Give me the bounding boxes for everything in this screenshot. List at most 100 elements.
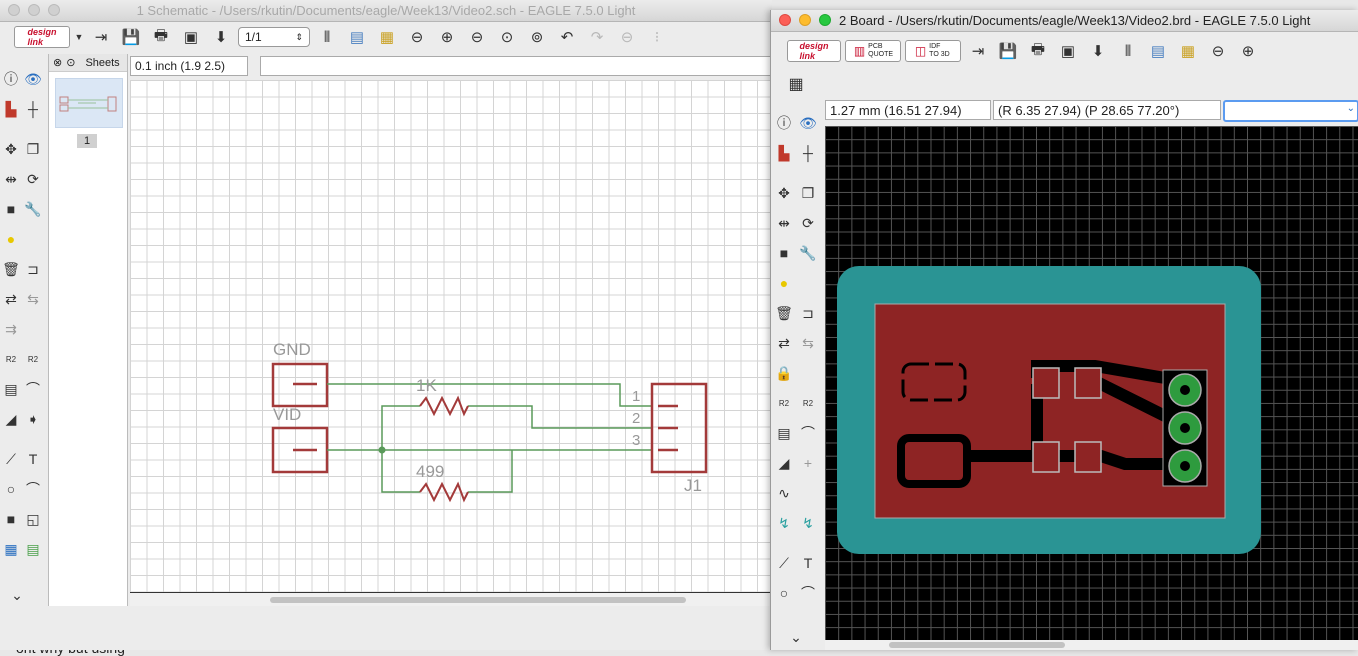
sheet-thumbnail[interactable] [55,78,123,128]
zoom-redraw-icon[interactable]: ⊙ [494,25,520,49]
board-horizontal-scrollbar[interactable] [825,640,1358,650]
miter-icon[interactable]: ⌒ [797,422,819,444]
open-icon[interactable]: ⇥ [88,25,114,49]
script-icon[interactable]: ▤ [344,25,370,49]
use-icon[interactable]: ⬇ [1085,39,1111,63]
close-icon[interactable] [779,14,791,26]
name-icon[interactable]: R2 [773,392,795,414]
rotate-icon[interactable]: ⟳ [22,168,44,190]
save-icon[interactable]: 💾 [995,39,1021,63]
smd-pad-bottom[interactable] [897,434,971,488]
mark-icon[interactable]: ┼ [22,98,44,120]
junction-dot[interactable] [378,446,386,454]
stop-icon[interactable]: ⊖ [614,25,640,49]
board-canvas[interactable] [825,126,1358,640]
split-icon[interactable]: ▤ [773,422,795,444]
circle-icon[interactable]: ○ [0,478,22,500]
cam-icon[interactable]: ▣ [178,25,204,49]
group-icon[interactable]: ■ [773,242,795,264]
save-icon[interactable]: 💾 [118,25,144,49]
zoom-out-icon[interactable]: ⊖ [464,25,490,49]
chevron-double-down-icon[interactable]: ⌄ [785,626,807,648]
board-command-input[interactable]: ⌄ [1223,100,1358,122]
text-icon[interactable]: T [797,552,819,574]
wire-icon[interactable]: ⟋ [0,448,22,470]
move-icon[interactable]: ✥ [773,182,795,204]
mirror-icon[interactable]: ⇹ [773,212,795,234]
route-icon[interactable]: ↯ [773,512,795,534]
schematic-canvas[interactable]: GND VID 1K 499 J1 1 2 3 [130,80,772,592]
resistor-pad-4[interactable] [1074,441,1102,473]
info-icon[interactable]: ⓘ [773,112,795,134]
zoom-icon[interactable] [819,14,831,26]
open-icon[interactable]: ⇥ [965,39,991,63]
value-icon[interactable]: R2 [22,348,44,370]
detach-icon[interactable]: ⊙ [66,56,75,69]
bus-icon[interactable]: ▦ [0,538,22,560]
chevron-double-down-icon[interactable]: ⌄ [6,584,28,606]
zoom-in-icon[interactable]: ⊕ [434,25,460,49]
resistor-r2[interactable] [419,481,469,503]
split-icon[interactable]: ▤ [0,378,22,400]
rect-icon[interactable]: ■ [0,508,22,530]
net-icon[interactable]: ▤ [22,538,44,560]
go-icon[interactable]: ⁝ [644,25,670,49]
info-icon[interactable]: ⓘ [0,68,22,90]
print-icon[interactable]: 🖶 [1025,39,1051,63]
zoom-in-icon[interactable]: ⊕ [1235,39,1261,63]
close-icon[interactable]: ⊗ [53,56,62,69]
page-select[interactable]: 1/1 ⇕ [238,27,310,47]
optimize-icon[interactable]: + [797,452,819,474]
schematic-horizontal-scrollbar[interactable] [130,592,772,606]
arc-icon[interactable]: ⌒ [22,478,44,500]
chevron-down-icon[interactable]: ⌄ [1347,103,1355,114]
resistor-r1[interactable] [419,395,469,417]
eye-icon[interactable]: 👁 [22,68,44,90]
smash-icon[interactable]: ● [773,272,795,294]
schematic-icon[interactable]: ▦ [1175,39,1201,63]
pinswap-icon[interactable]: ⇄ [0,288,22,310]
resistor-pad-3[interactable] [1032,441,1060,473]
group-icon[interactable]: ■ [0,198,22,220]
ripup-icon[interactable]: ↯ [797,512,819,534]
meander-icon[interactable]: ∿ [773,482,795,504]
zoom-fit-icon[interactable]: ⊖ [1205,39,1231,63]
arrow-icon[interactable]: ➧ [22,408,44,430]
arc-icon[interactable]: ⌒ [797,582,819,604]
add-icon[interactable]: ⊐ [22,258,44,280]
undo-icon[interactable]: ↶ [554,25,580,49]
smash-icon[interactable]: ● [0,228,22,250]
polygon-icon[interactable]: ◱ [22,508,44,530]
ulp-icon[interactable]: ⫴ [314,25,340,49]
wire-icon[interactable]: ⟋ [773,552,795,574]
name-icon[interactable]: R2 [0,348,22,370]
board-icon[interactable]: ▦ [374,25,400,49]
layer-icon[interactable]: ▙ [773,142,795,164]
lock-icon[interactable]: 🔒 [773,362,795,384]
chevron-down-icon[interactable]: ▼ [74,25,84,49]
rotate-icon[interactable]: ⟳ [797,212,819,234]
eye-icon[interactable]: 👁 [797,112,819,134]
pcb-quote-button[interactable]: ▥ PCB QUOTE [845,40,901,62]
net-r1[interactable] [381,405,652,450]
design-link-button[interactable]: design link [787,40,841,62]
wrench-icon[interactable]: 🔧 [797,242,819,264]
wrench-icon[interactable]: 🔧 [22,198,44,220]
text-icon[interactable]: T [22,448,44,470]
resistor-pad-1[interactable] [1032,367,1060,399]
mark-icon[interactable]: ┼ [797,142,819,164]
zoom-select-icon[interactable]: ⊚ [524,25,550,49]
add-icon[interactable]: ⊐ [797,302,819,324]
copy-icon[interactable]: ❐ [22,138,44,160]
replace-icon[interactable]: ⇉ [0,318,22,340]
net-r2[interactable] [381,450,513,493]
gateswap-icon[interactable]: ⇆ [22,288,44,310]
schematic-command-input[interactable] [260,56,772,76]
delete-icon[interactable]: 🗑 [773,302,795,324]
idf-to-3d-button[interactable]: ◫ IDF TO 3D [905,40,961,62]
resistor-pad-2[interactable] [1074,367,1102,399]
design-link-button[interactable]: design link [14,26,70,48]
change-icon[interactable]: ◢ [0,408,22,430]
zoom-fit-icon[interactable]: ⊖ [404,25,430,49]
pinswap-icon[interactable]: ⇄ [773,332,795,354]
